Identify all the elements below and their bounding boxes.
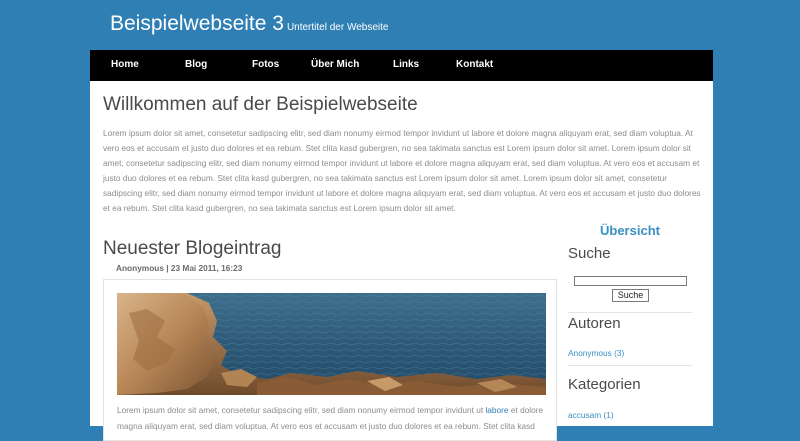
site-title: Beispielwebseite 3 Untertitel der Webseit… xyxy=(110,12,388,36)
search-button[interactable]: Suche xyxy=(612,289,649,302)
site-title-text[interactable]: Beispielwebseite 3 xyxy=(110,12,284,35)
author-link[interactable]: Anonymous (3) xyxy=(568,348,624,358)
categories-heading: Kategorien xyxy=(568,376,641,393)
overview-heading: Übersicht xyxy=(600,223,660,238)
page-title: Willkommen auf der Beispielwebseite xyxy=(103,94,418,115)
nav-item-kontakt[interactable]: Kontakt xyxy=(456,50,493,81)
intro-paragraph: Lorem ipsum dolor sit amet, consetetur s… xyxy=(103,128,701,214)
blog-post: Lorem ipsum dolor sit amet, consetetur s… xyxy=(103,279,557,441)
authors-heading: Autoren xyxy=(568,315,621,332)
sidebar-divider xyxy=(568,365,692,366)
post-link[interactable]: labore xyxy=(485,405,508,415)
nav-item-ueber-mich[interactable]: Über Mich xyxy=(311,50,359,81)
post-meta: Anonymous | 23 Mai 2011, 16:23 xyxy=(116,263,243,273)
post-text: Lorem ipsum dolor sit amet, consetetur s… xyxy=(117,403,547,434)
main-navigation: Home Blog Fotos Über Mich Links Kontakt xyxy=(90,50,713,81)
search-input[interactable] xyxy=(574,276,687,286)
post-text-part-1: Lorem ipsum dolor sit amet, consetetur s… xyxy=(117,405,486,415)
category-link[interactable]: accusam (1) xyxy=(568,410,614,420)
nav-item-home[interactable]: Home xyxy=(111,50,139,81)
nav-item-fotos[interactable]: Fotos xyxy=(252,50,279,81)
search-heading: Suche xyxy=(568,245,611,262)
post-image xyxy=(117,293,546,395)
blog-heading[interactable]: Neuester Blogeintrag xyxy=(103,238,282,260)
nav-item-links[interactable]: Links xyxy=(393,50,419,81)
content-area: Willkommen auf der Beispielwebseite Lore… xyxy=(90,81,713,441)
nav-item-blog[interactable]: Blog xyxy=(185,50,207,81)
sidebar-divider xyxy=(568,312,692,313)
site-subtitle: Untertitel der Webseite xyxy=(286,22,389,33)
